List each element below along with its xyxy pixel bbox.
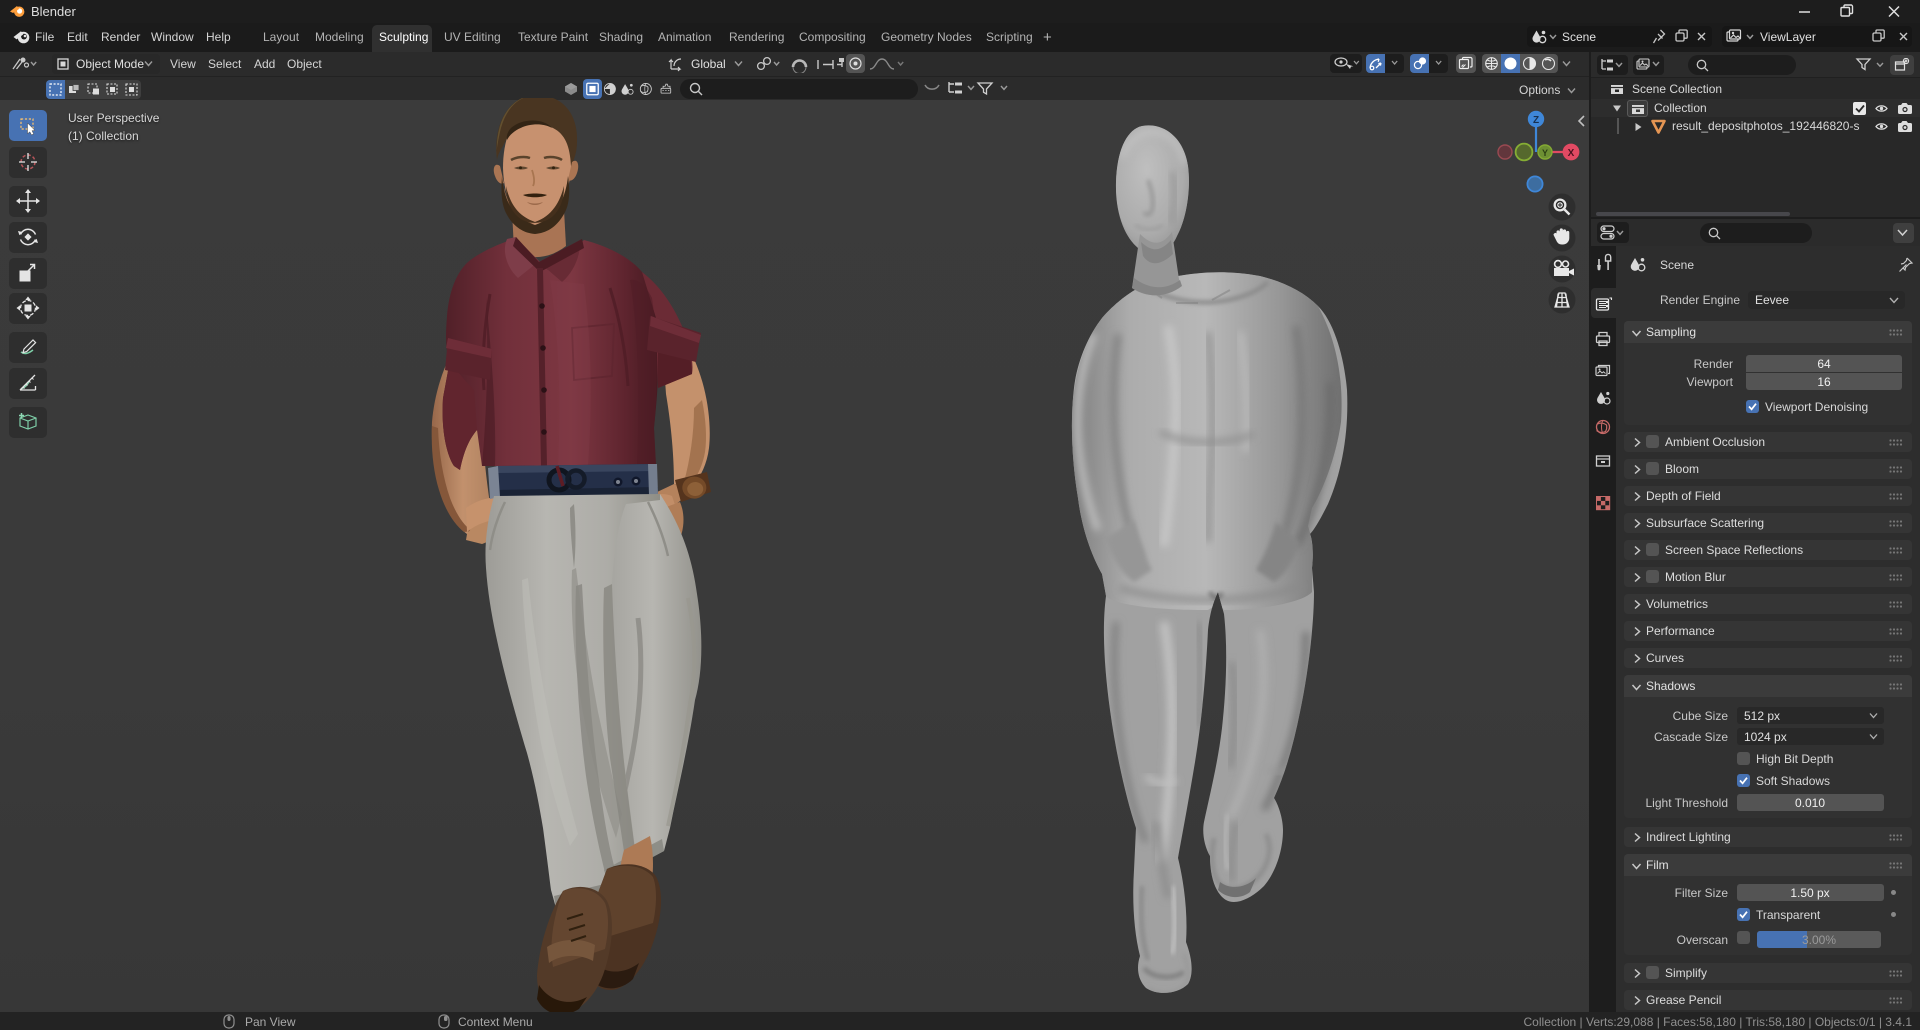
svg-text:X: X [1568,148,1575,159]
svg-text:Y: Y [1542,148,1548,158]
svg-text:Z: Z [1533,115,1539,126]
